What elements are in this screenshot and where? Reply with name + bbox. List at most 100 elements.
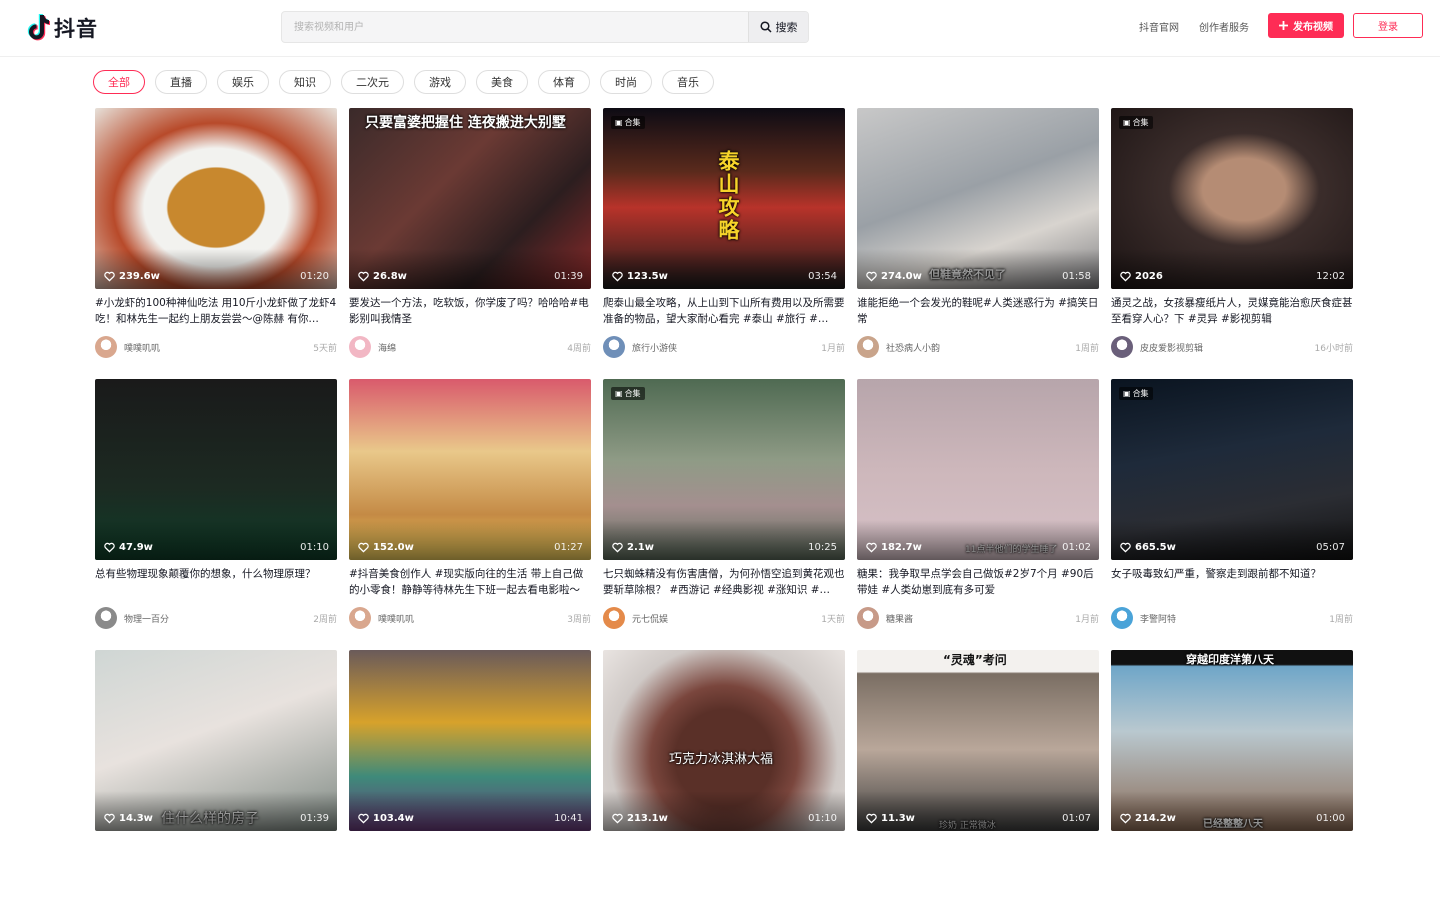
- video-title[interactable]: 谁能拒绝一个会发光的鞋呢#人类迷惑行为 #搞笑日常: [857, 295, 1099, 327]
- video-meta: 海绵 4周前: [349, 336, 591, 358]
- video-duration: 01:10: [808, 813, 837, 824]
- video-thumbnail[interactable]: 住什么样的房子14.3w01:39: [95, 650, 337, 831]
- search-button[interactable]: 搜索: [748, 12, 808, 42]
- category-tab-fashion[interactable]: 时尚: [600, 70, 652, 94]
- video-thumbnail[interactable]: ▣ 合集 2.1w 10:25: [603, 379, 845, 560]
- like-count-value: 274.0w: [881, 271, 922, 282]
- video-card[interactable]: 239.6w 01:20 #小龙虾的100种神仙吃法 用10斤小龙虾做了龙虾4吃！和…: [95, 108, 337, 379]
- video-thumbnail[interactable]: ▣ 合集 2026 12:02: [1111, 108, 1353, 289]
- video-title[interactable]: 总有些物理现象颠覆你的想象，什么物理原理？: [95, 566, 337, 598]
- video-card[interactable]: 但鞋竟然不见了274.0w01:58 谁能拒绝一个会发光的鞋呢#人类迷惑行为 #搞…: [857, 108, 1099, 379]
- author-name[interactable]: 海绵: [378, 341, 567, 354]
- video-card[interactable]: 巧克力冰淇淋大福 213.1w 01:10: [603, 650, 845, 921]
- like-count-value: 11.3w: [881, 813, 915, 824]
- video-thumbnail[interactable]: 11点半他们的学生睡了182.7w01:02: [857, 379, 1099, 560]
- category-tab-music[interactable]: 音乐: [662, 70, 714, 94]
- category-tab-anime[interactable]: 二次元: [341, 70, 404, 94]
- author-name[interactable]: 噗噗叽叽: [124, 341, 313, 354]
- video-title[interactable]: #小龙虾的100种神仙吃法 用10斤小龙虾做了龙虾4吃！和林先生一起约上朋友尝尝…: [95, 295, 337, 327]
- video-duration: 01:10: [300, 542, 329, 553]
- search-input[interactable]: [282, 12, 748, 42]
- badge-label: 合集: [1132, 118, 1149, 127]
- video-thumbnail[interactable]: ▣ 合集 泰山攻略 123.5w 03:54: [603, 108, 845, 289]
- video-thumbnail[interactable]: 穿越印度洋第八天已经整整八天214.2w01:00: [1111, 650, 1353, 831]
- author-name[interactable]: 物理一百分: [124, 612, 313, 625]
- video-card[interactable]: 11点半他们的学生睡了182.7w01:02 糖果：我争取早点学会自己做饭#2岁7…: [857, 379, 1099, 650]
- video-thumbnail[interactable]: 152.0w 01:27: [349, 379, 591, 560]
- author-name[interactable]: 糖果酱: [886, 612, 1075, 625]
- author-avatar[interactable]: [95, 336, 117, 358]
- thumbnail-shade: [1111, 791, 1353, 831]
- category-tab-sports[interactable]: 体育: [538, 70, 590, 94]
- video-card[interactable]: ▣ 合集 665.5w 05:07 女子吸毒致幻严重，警察走到跟前都不知道？ 李警阿特 1周…: [1111, 379, 1353, 650]
- video-thumbnail[interactable]: ▣ 合集 665.5w 05:07: [1111, 379, 1353, 560]
- video-title[interactable]: 要发达一个方法，吃软饭，你学废了吗？哈哈哈#电影别叫我情圣: [349, 295, 591, 327]
- like-count: 182.7w: [866, 542, 922, 553]
- author-avatar[interactable]: [95, 607, 117, 629]
- like-count: 213.1w: [612, 813, 668, 824]
- thumbnail-shade: [603, 249, 845, 289]
- video-card[interactable]: ▣ 合集 2.1w 10:25 七只蜘蛛精没有伤害唐僧，为何孙悟空追到黄花观也要斩草除根…: [603, 379, 845, 650]
- video-card[interactable]: ▣ 合集 泰山攻略 123.5w 03:54 爬泰山最全攻略，从上山到下山所有费用以及所需…: [603, 108, 845, 379]
- video-duration: 12:02: [1316, 271, 1345, 282]
- video-card[interactable]: 103.4w 10:41: [349, 650, 591, 921]
- video-card[interactable]: 住什么样的房子14.3w01:39: [95, 650, 337, 921]
- author-avatar[interactable]: [1111, 607, 1133, 629]
- video-thumbnail[interactable]: 103.4w 10:41: [349, 650, 591, 831]
- author-avatar[interactable]: [857, 607, 879, 629]
- heart-icon: [612, 542, 623, 553]
- author-name[interactable]: 元七侃娱: [632, 612, 821, 625]
- video-thumbnail[interactable]: “灵魂”考问珍奶 正常微冰11.3w01:07: [857, 650, 1099, 831]
- publish-video-button[interactable]: 发布视频: [1268, 13, 1344, 38]
- author-avatar[interactable]: [603, 336, 625, 358]
- video-title[interactable]: 通灵之战，女孩暴瘦纸片人，灵媒竟能治愈厌食症甚至看穿人心？下 #灵异 #影视剪辑: [1111, 295, 1353, 327]
- category-tab-games[interactable]: 游戏: [414, 70, 466, 94]
- category-tab-food[interactable]: 美食: [476, 70, 528, 94]
- search-icon: [759, 21, 772, 33]
- video-card[interactable]: ▣ 合集 2026 12:02 通灵之战，女孩暴瘦纸片人，灵媒竟能治愈厌食症甚至看穿人心…: [1111, 108, 1353, 379]
- thumbnail-shade: [349, 791, 591, 831]
- video-thumbnail[interactable]: 巧克力冰淇淋大福 213.1w 01:10: [603, 650, 845, 831]
- thumbnail-shade: [349, 249, 591, 289]
- video-card[interactable]: “灵魂”考问珍奶 正常微冰11.3w01:07: [857, 650, 1099, 921]
- like-count-value: 103.4w: [373, 813, 414, 824]
- category-tab-entertainment[interactable]: 娱乐: [217, 70, 269, 94]
- collection-badge: ▣ 合集: [611, 116, 645, 129]
- video-card[interactable]: 穿越印度洋第八天已经整整八天214.2w01:00: [1111, 650, 1353, 921]
- creator-service-link[interactable]: 创作者服务: [1199, 19, 1249, 34]
- heart-icon: [104, 542, 115, 553]
- video-title[interactable]: 七只蜘蛛精没有伤害唐僧，为何孙悟空追到黄花观也要斩草除根？ #西游记 #经典影视…: [603, 566, 845, 598]
- video-thumbnail[interactable]: 47.9w 01:10: [95, 379, 337, 560]
- official-site-link[interactable]: 抖音官网: [1139, 19, 1179, 34]
- video-card[interactable]: 152.0w 01:27 #抖音美食创作人 #现实版向往的生活 带上自己做的小零食！…: [349, 379, 591, 650]
- video-title[interactable]: 爬泰山最全攻略，从上山到下山所有费用以及所需要准备的物品，望大家耐心看完 #泰山…: [603, 295, 845, 327]
- author-name[interactable]: 李警阿特: [1140, 612, 1329, 625]
- badge-label: 合集: [624, 389, 641, 398]
- author-avatar[interactable]: [349, 607, 371, 629]
- author-name[interactable]: 社恐病人小韵: [886, 341, 1075, 354]
- author-name[interactable]: 皮皮爱影视剪辑: [1140, 341, 1315, 354]
- category-tab-live[interactable]: 直播: [155, 70, 207, 94]
- login-button[interactable]: 登录: [1353, 13, 1423, 38]
- author-avatar[interactable]: [857, 336, 879, 358]
- video-title[interactable]: #抖音美食创作人 #现实版向往的生活 带上自己做的小零食！静静等待林先生下班一起…: [349, 566, 591, 598]
- video-thumbnail[interactable]: 但鞋竟然不见了274.0w01:58: [857, 108, 1099, 289]
- video-card[interactable]: 47.9w 01:10 总有些物理现象颠覆你的想象，什么物理原理？ 物理一百分 2周前: [95, 379, 337, 650]
- video-thumbnail[interactable]: 239.6w 01:20: [95, 108, 337, 289]
- author-name[interactable]: 旅行小游侠: [632, 341, 821, 354]
- like-count-value: 182.7w: [881, 542, 922, 553]
- video-title[interactable]: 糖果：我争取早点学会自己做饭#2岁7个月 #90后带娃 #人类幼崽到底有多可爱: [857, 566, 1099, 598]
- category-tab-all[interactable]: 全部: [93, 70, 145, 94]
- douyin-logo[interactable]: 抖音: [24, 12, 98, 44]
- author-avatar[interactable]: [603, 607, 625, 629]
- publish-time: 1月前: [1075, 614, 1099, 625]
- video-title[interactable]: 女子吸毒致幻严重，警察走到跟前都不知道？: [1111, 566, 1353, 598]
- category-tab-knowledge[interactable]: 知识: [279, 70, 331, 94]
- video-thumbnail[interactable]: 只要富婆把握住 连夜搬进大别墅 26.8w 01:39: [349, 108, 591, 289]
- like-count-value: 26.8w: [373, 271, 407, 282]
- video-card[interactable]: 只要富婆把握住 连夜搬进大别墅 26.8w 01:39 要发达一个方法，吃软饭，你学废…: [349, 108, 591, 379]
- author-avatar[interactable]: [349, 336, 371, 358]
- publish-time: 1天前: [821, 614, 845, 625]
- author-name[interactable]: 噗噗叽叽: [378, 612, 567, 625]
- author-avatar[interactable]: [1111, 336, 1133, 358]
